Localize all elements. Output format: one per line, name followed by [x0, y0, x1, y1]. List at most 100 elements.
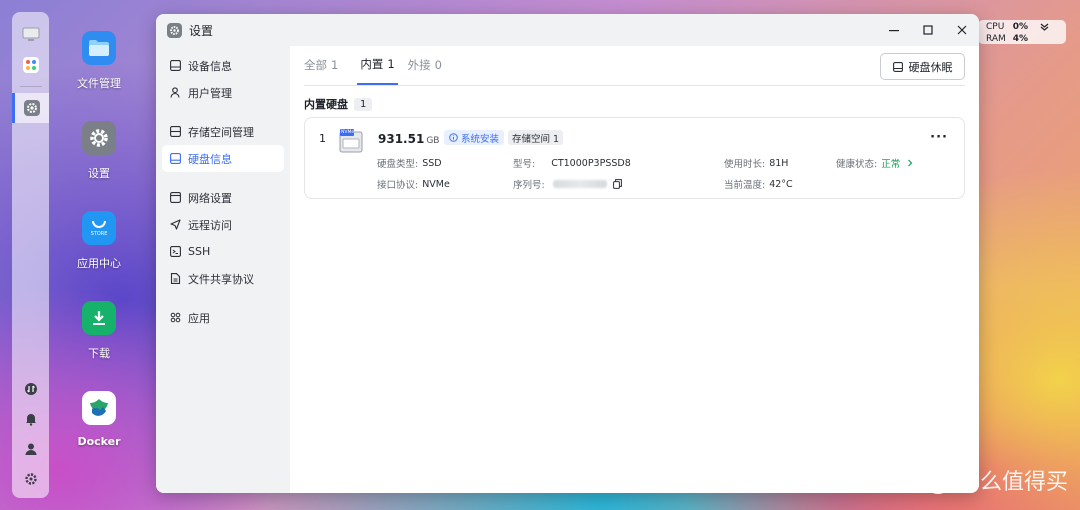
sidebar-item-label: 网络设置: [188, 191, 232, 205]
sidebar-item-storage[interactable]: 存储空间管理: [162, 118, 284, 145]
desktop-app-center[interactable]: STORE 应用中心: [70, 211, 128, 271]
dock-sync-icon[interactable]: [12, 374, 49, 404]
disk-size-unit: GB: [426, 136, 440, 146]
field-value: CT1000P3PSSD8: [551, 157, 631, 169]
dock-bell-icon[interactable]: [12, 404, 49, 434]
cpu-label: CPU: [986, 22, 1005, 32]
disk-tabs: 全部 1 内置 1 外接 0: [304, 46, 965, 86]
disk-size-value: 931.51: [378, 132, 425, 146]
user-icon: [170, 87, 180, 98]
dock-apps-icon[interactable]: [12, 50, 49, 80]
serial-redacted: [552, 180, 607, 188]
folder-icon: [82, 31, 116, 65]
tab-internal[interactable]: 内置 1: [357, 45, 398, 85]
dock-user-icon[interactable]: [12, 434, 49, 464]
copy-icon[interactable]: [612, 179, 622, 189]
dock: [12, 12, 49, 498]
field-label: 健康状态:: [836, 159, 878, 170]
desktop-icon-label: 文件管理: [77, 77, 121, 90]
sidebar-item-apps[interactable]: 应用: [162, 304, 284, 331]
sidebar-item-ssh[interactable]: SSH: [162, 238, 284, 265]
desktop-icon-label: Docker: [77, 435, 121, 448]
more-options-icon[interactable]: ···: [930, 130, 948, 145]
field-value: NVMe: [422, 178, 450, 190]
field-label: 使用时长:: [724, 159, 766, 170]
minimize-button[interactable]: [877, 14, 911, 46]
ram-value: 4%: [1012, 34, 1028, 44]
field-label: 序列号:: [513, 180, 545, 191]
sidebar-item-label: 用户管理: [188, 86, 232, 100]
sidebar-item-disk-info[interactable]: 硬盘信息: [162, 145, 284, 172]
tab-count: 1: [387, 57, 395, 71]
desktop-file-manager[interactable]: 文件管理: [70, 31, 128, 91]
dock-separator: [19, 86, 42, 87]
close-button[interactable]: [945, 14, 979, 46]
tab-label: 全部: [304, 58, 327, 72]
field-value: SSD: [422, 157, 442, 169]
desktop-download[interactable]: 下载: [70, 301, 128, 361]
disk-temperature-field: 当前温度: 42°C: [724, 177, 793, 192]
apps-icon: [170, 312, 181, 323]
file-share-icon: [170, 273, 181, 284]
disk-serial-field: 序列号:: [513, 177, 622, 191]
desktop-icon-label: 应用中心: [77, 257, 121, 270]
tab-count: 1: [331, 58, 339, 72]
dock-settings-icon[interactable]: [12, 93, 49, 123]
sidebar-item-label: 硬盘信息: [188, 152, 232, 166]
info-icon: [449, 133, 458, 142]
field-value: 正常: [881, 159, 901, 170]
sidebar-item-users[interactable]: 用户管理: [162, 79, 284, 106]
field-label: 接口协议:: [377, 180, 419, 191]
tab-label: 外接: [407, 58, 431, 72]
cpu-value: 0%: [1012, 22, 1028, 32]
chevron-right-icon[interactable]: [906, 159, 914, 167]
window-title: 设置: [189, 23, 214, 38]
settings-window: 设置 设备信息 用户管理 存储空间管理 硬盘信息 网络设置 远程访问 SSH 文…: [156, 14, 979, 493]
storage-pool-tag: 存储空间 1: [508, 130, 564, 145]
sidebar-item-label: 设备信息: [188, 59, 232, 73]
tab-external[interactable]: 外接 0: [408, 45, 451, 85]
desktop-docker[interactable]: Docker: [70, 391, 128, 448]
section-title: 内置硬盘: [304, 98, 348, 111]
watermark: 值 什么值得买: [923, 464, 1068, 496]
desktop-settings[interactable]: 设置: [70, 121, 128, 181]
sidebar-item-remote-access[interactable]: 远程访问: [162, 211, 284, 238]
disk-sleep-button[interactable]: 硬盘休眠: [880, 53, 965, 80]
field-label: 型号:: [513, 159, 536, 170]
tab-count: 0: [434, 58, 442, 72]
storage-icon: [170, 126, 181, 137]
disk-model-field: 型号: CT1000P3PSSD8: [513, 156, 631, 171]
desktop-icon-label: 下载: [88, 347, 110, 360]
disk-uptime-field: 使用时长: 81H: [724, 156, 789, 171]
field-label: 当前温度:: [724, 180, 766, 191]
window-titlebar[interactable]: 设置: [156, 14, 979, 46]
gear-icon: [82, 121, 116, 155]
tab-label: 内置: [360, 57, 384, 71]
maximize-button[interactable]: [911, 14, 945, 46]
sidebar-item-network[interactable]: 网络设置: [162, 184, 284, 211]
field-value: 81H: [769, 157, 789, 169]
system-status-widget[interactable]: CPU 0% RAM 4%: [978, 20, 1066, 44]
sidebar-item-label: 远程访问: [188, 218, 232, 232]
disk-card[interactable]: 1 NVMe 931.51 GB 系统安装 存储空间 1 ··· 硬盘类型: S…: [304, 117, 965, 199]
tag-label: 存储空间 1: [512, 133, 560, 145]
section-count-badge: 1: [354, 97, 373, 111]
dock-desktop-icon[interactable]: [12, 20, 49, 50]
docker-icon: [82, 391, 116, 425]
terminal-icon: [170, 246, 181, 257]
sidebar-item-device-info[interactable]: 设备信息: [162, 52, 284, 79]
ssd-chip-label: NVMe: [341, 130, 355, 135]
dock-gear-icon[interactable]: [12, 464, 49, 494]
disk-health-field[interactable]: 健康状态: 正常: [836, 156, 914, 170]
tag-label: 系统安装: [461, 133, 500, 145]
sidebar-item-label: 应用: [188, 311, 210, 325]
chevron-down-icon[interactable]: [1040, 22, 1049, 34]
tab-all[interactable]: 全部 1: [304, 45, 347, 85]
disk-info-panel: 全部 1 内置 1 外接 0 硬盘休眠 内置硬盘 1 1 NVMe 931.51…: [290, 46, 979, 493]
sidebar-item-file-share[interactable]: 文件共享协议: [162, 265, 284, 292]
disk-type-field: 硬盘类型: SSD: [377, 156, 442, 171]
store-icon: STORE: [82, 211, 116, 245]
desktop-icon-label: 设置: [88, 167, 110, 180]
device-info-icon: [170, 60, 181, 71]
settings-app-icon: [167, 22, 182, 38]
